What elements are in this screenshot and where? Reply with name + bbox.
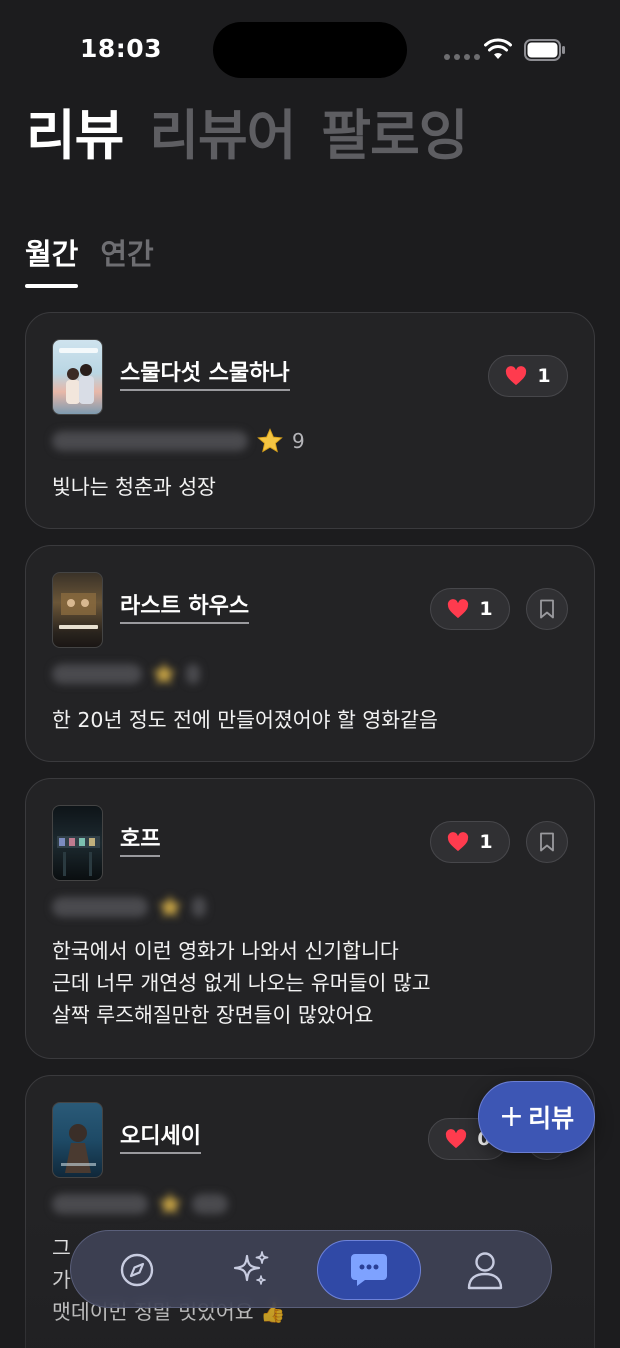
period-tabs: 월간 연간: [25, 232, 154, 288]
bottom-nav: [70, 1230, 552, 1308]
tab-following[interactable]: 팔로잉: [321, 100, 468, 172]
like-count: 1: [479, 831, 493, 853]
status-bar: 18:03: [0, 0, 620, 100]
like-count: 1: [537, 365, 551, 387]
star-icon: [158, 1192, 182, 1215]
star-icon: [257, 428, 283, 453]
review-card[interactable]: 스물다섯 스물하나 1 9 빛나는 청춘과 성장: [25, 312, 595, 529]
poster-figures: [59, 593, 98, 629]
wifi-icon: [484, 38, 512, 59]
heart-icon: [446, 1129, 467, 1149]
bookmark-icon: [540, 599, 554, 619]
dynamic-island: [213, 22, 407, 78]
write-review-label: 리뷰: [528, 1104, 575, 1133]
nav-reviews[interactable]: [317, 1240, 421, 1300]
like-count: 1: [479, 598, 493, 620]
sparkles-icon: [233, 1251, 269, 1285]
movie-title[interactable]: 라스트 하우스: [120, 594, 250, 624]
bookmark-button[interactable]: [526, 821, 568, 863]
nav-profile[interactable]: [455, 1240, 515, 1300]
person-icon: [467, 1252, 503, 1290]
review-text[interactable]: 빛나는 청춘과 성장: [52, 471, 216, 503]
star-icon: [152, 662, 176, 685]
like-button[interactable]: 1: [488, 355, 568, 397]
compass-icon: [120, 1253, 154, 1287]
movie-title[interactable]: 오디세이: [120, 1124, 201, 1154]
heart-icon: [506, 366, 527, 386]
heart-icon: [448, 832, 469, 852]
review-text[interactable]: 한 20년 정도 전에 만들어졌어야 할 영화같음: [52, 704, 438, 736]
rating-blurred: [192, 1194, 228, 1214]
rating-blurred: [192, 897, 206, 917]
rating-value: 9: [292, 429, 305, 453]
poster-figures: [61, 1124, 96, 1173]
like-button[interactable]: 1: [430, 588, 510, 630]
movie-poster-image[interactable]: [52, 572, 103, 648]
tab-reviewers[interactable]: 리뷰어: [149, 100, 296, 172]
status-time: 18:03: [80, 34, 163, 63]
reviewer-row: 9: [52, 427, 305, 455]
tab-reviews[interactable]: 리뷰: [26, 100, 124, 172]
movie-poster-image[interactable]: [52, 339, 103, 415]
review-card[interactable]: 라스트 하우스 1 한 20년 정도 전에 만들어졌어야 할 영화같음: [25, 545, 595, 762]
nav-explore[interactable]: [107, 1240, 167, 1300]
tab-monthly[interactable]: 월간: [25, 232, 79, 288]
reviewer-name-blurred[interactable]: [52, 664, 142, 684]
movie-title[interactable]: 스물다섯 스물하나: [120, 361, 290, 391]
review-card[interactable]: 호프 1 한국에서 이런 영화가 나와서 신기합니다 근데 너무 개연성 없게 …: [25, 778, 595, 1059]
reviewer-name-blurred[interactable]: [52, 1194, 148, 1214]
bookmark-icon: [540, 832, 554, 852]
tab-yearly[interactable]: 연간: [100, 232, 153, 286]
reviewer-name-blurred[interactable]: [52, 897, 148, 917]
screen: 18:03 리뷰 리뷰어 팔로잉 월간 연간 스물다섯 스물하나 1 9 빛나는…: [0, 0, 620, 1348]
reviewer-row: [52, 1190, 228, 1218]
like-button[interactable]: 1: [430, 821, 510, 863]
star-icon: [158, 895, 182, 918]
movie-poster-image[interactable]: [52, 805, 103, 881]
reviewer-row: [52, 893, 206, 921]
reviewer-row: [52, 660, 200, 688]
nav-recommend[interactable]: [221, 1240, 281, 1300]
poster-figures: [59, 348, 98, 404]
plus-icon: +: [498, 1099, 525, 1134]
review-text[interactable]: 한국에서 이런 영화가 나와서 신기합니다 근데 너무 개연성 없게 나오는 유…: [52, 935, 431, 1031]
bookmark-button[interactable]: [526, 588, 568, 630]
movie-poster-image[interactable]: [52, 1102, 103, 1178]
rating-blurred: [186, 664, 200, 684]
heart-icon: [448, 599, 469, 619]
poster-figures: [57, 836, 100, 876]
cellular-signal-icon: [444, 54, 480, 60]
write-review-button[interactable]: + 리뷰: [478, 1081, 595, 1153]
main-tabs: 리뷰 리뷰어 팔로잉: [26, 100, 468, 172]
reviewer-name-blurred[interactable]: [52, 431, 248, 451]
chat-bubble-icon: [351, 1254, 387, 1286]
movie-title[interactable]: 호프: [120, 827, 161, 857]
battery-icon: [524, 39, 565, 61]
